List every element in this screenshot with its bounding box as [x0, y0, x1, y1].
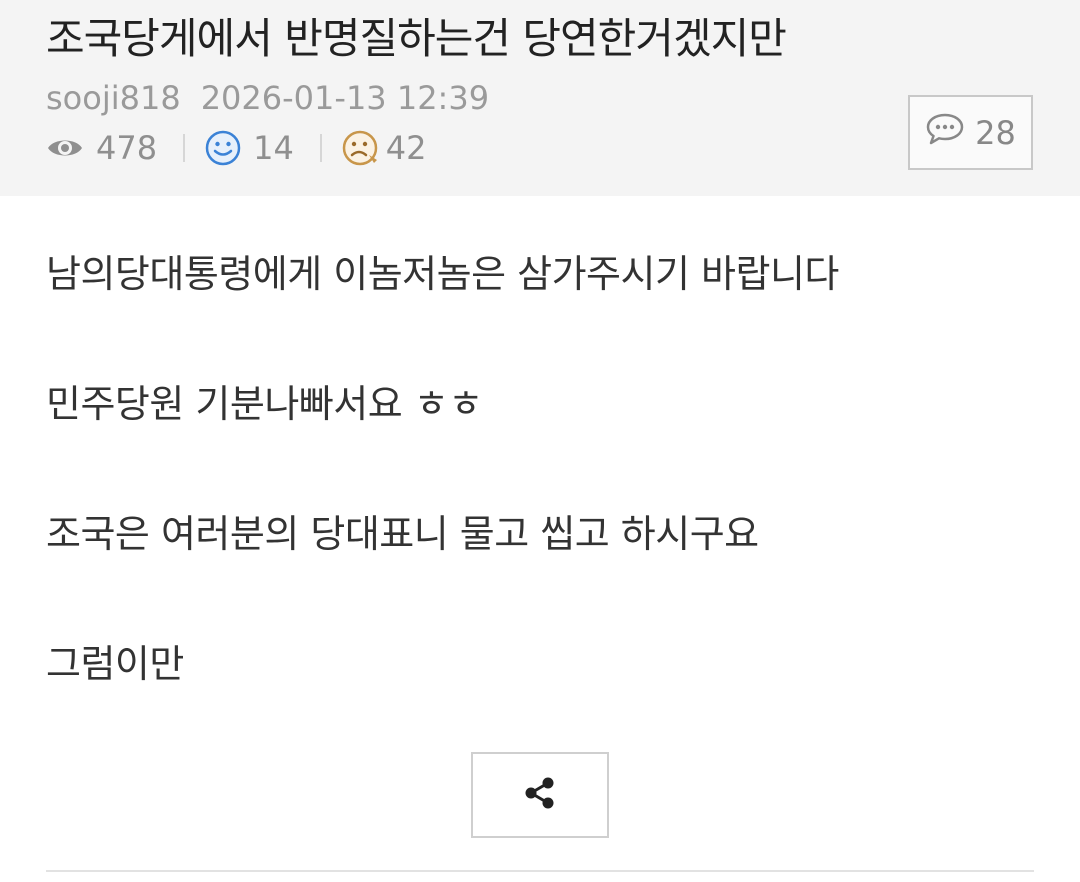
like-button[interactable]: 14: [205, 129, 294, 167]
body-paragraph: 조국은 여러분의 당대표니 물고 씹고 하시구요: [46, 512, 759, 556]
stat-divider: [319, 134, 322, 162]
post-body: 남의당대통령에게 이놈저놈은 삼가주시기 바랍니다 민주당원 기분나빠서요 ㅎㅎ…: [46, 246, 839, 766]
smile-icon: [205, 130, 241, 166]
share-icon: [523, 777, 557, 813]
share-button[interactable]: [471, 752, 609, 838]
comment-count: 28: [975, 113, 1016, 152]
post-stats: 478 14 42: [46, 128, 427, 168]
dislike-button[interactable]: 42: [342, 129, 427, 167]
frown-icon: [342, 130, 380, 166]
comments-button[interactable]: 28: [908, 95, 1033, 170]
body-paragraph: 민주당원 기분나빠서요 ㅎㅎ: [46, 382, 483, 426]
eye-icon: [46, 135, 84, 161]
body-paragraph: 남의당대통령에게 이놈저놈은 삼가주시기 바랍니다: [46, 252, 839, 296]
author-name[interactable]: sooji818: [46, 79, 181, 117]
speech-bubble-icon: [925, 112, 965, 154]
post-datetime: 2026-01-13 12:39: [200, 79, 490, 117]
body-paragraph: 그럼이만: [46, 642, 184, 686]
dislike-count: 42: [385, 129, 427, 167]
post-meta: sooji818 2026-01-13 12:39: [46, 78, 489, 118]
post-title: 조국당게에서 반명질하는건 당연한거겠지만: [46, 14, 787, 63]
content-divider: [46, 870, 1034, 872]
view-count: 478: [46, 129, 157, 167]
post-header: 조국당게에서 반명질하는건 당연한거겠지만 sooji818 2026-01-13…: [0, 0, 1080, 196]
like-count: 14: [253, 129, 294, 167]
view-count-value: 478: [96, 129, 158, 167]
stat-divider: [183, 134, 186, 162]
